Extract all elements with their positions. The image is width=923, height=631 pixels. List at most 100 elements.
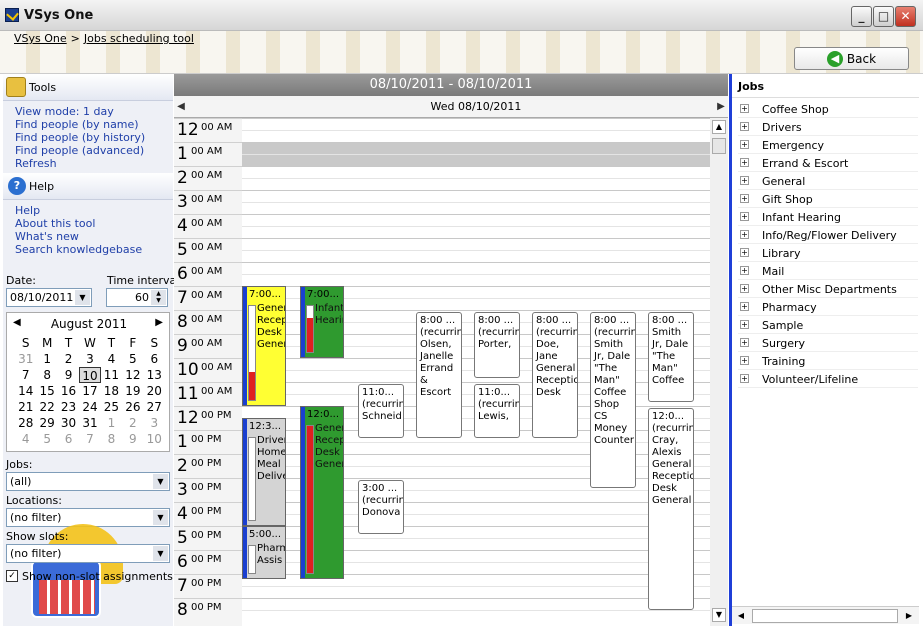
expand-plus-icon[interactable]: + xyxy=(740,266,749,275)
calendar-day[interactable]: 27 xyxy=(144,399,165,415)
calendar-day[interactable]: 2 xyxy=(122,415,143,431)
calendar-day[interactable]: 18 xyxy=(101,383,122,399)
calendar-day[interactable]: 8 xyxy=(36,367,57,383)
calendar-day[interactable]: 29 xyxy=(36,415,57,431)
previous-day-icon[interactable]: ◀ xyxy=(174,98,188,116)
calendar-day[interactable]: 19 xyxy=(122,383,143,399)
find-advanced-link[interactable]: Find people (advanced) xyxy=(15,144,144,157)
calendar-day[interactable]: 20 xyxy=(144,383,165,399)
expand-plus-icon[interactable]: + xyxy=(740,320,749,329)
refresh-link[interactable]: Refresh xyxy=(15,157,57,170)
calendar-day[interactable]: 16 xyxy=(58,383,79,399)
job-tree-item[interactable]: + Training xyxy=(738,352,918,370)
expand-plus-icon[interactable]: + xyxy=(740,104,749,113)
calendar-day[interactable]: 3 xyxy=(79,351,100,367)
calendar-day[interactable]: 28 xyxy=(15,415,36,431)
expand-plus-icon[interactable]: + xyxy=(740,284,749,293)
calendar-day[interactable]: 5 xyxy=(122,351,143,367)
slot-block[interactable]: 5:00... Pharmacy Assis xyxy=(242,526,286,579)
calendar-day[interactable]: 17 xyxy=(79,383,100,399)
calendar-day[interactable]: 21 xyxy=(15,399,36,415)
horizontal-scrollbar[interactable]: ◀ ▶ xyxy=(732,606,919,624)
job-tree-item[interactable]: + Emergency xyxy=(738,136,918,154)
expand-plus-icon[interactable]: + xyxy=(740,194,749,203)
calendar-day[interactable]: 9 xyxy=(58,367,79,383)
whats-new-link[interactable]: What's new xyxy=(15,230,79,243)
assignment-block[interactable]: 3:00 ...(recurring) Donova xyxy=(358,480,404,534)
calendar-day[interactable]: 26 xyxy=(122,399,143,415)
assignment-block[interactable]: 8:00 ...(recurring) Olsen, Janelle Erran… xyxy=(416,312,462,438)
job-tree-item[interactable]: + Coffee Shop xyxy=(738,100,918,118)
assignment-block[interactable]: 8:00 ...(recurring) Porter, xyxy=(474,312,520,378)
calendar-day[interactable]: 31 xyxy=(15,351,36,367)
scroll-thumb[interactable] xyxy=(712,138,726,154)
job-tree-item[interactable]: + Library xyxy=(738,244,918,262)
assignment-block[interactable]: 8:00 ... Smith Jr, Dale "The Man" Coffee xyxy=(648,312,694,402)
calendar-day[interactable]: 4 xyxy=(101,351,122,367)
calendar-day[interactable]: 3 xyxy=(144,415,165,431)
expand-plus-icon[interactable]: + xyxy=(740,248,749,257)
slot-block[interactable]: 12:3... Drivers Home Meal Delivery xyxy=(242,418,286,526)
calendar-day[interactable]: 9 xyxy=(122,431,143,447)
back-button[interactable]: ◀ Back xyxy=(794,47,909,70)
about-link[interactable]: About this tool xyxy=(15,217,95,230)
non-slot-checkbox[interactable]: ✓ xyxy=(6,570,18,582)
expand-plus-icon[interactable]: + xyxy=(740,356,749,365)
calendar-day[interactable]: 31 xyxy=(79,415,100,431)
job-tree-item[interactable]: + Other Misc Departments xyxy=(738,280,918,298)
calendar-day[interactable]: 11 xyxy=(101,367,122,383)
help-link[interactable]: Help xyxy=(15,204,40,217)
job-tree-item[interactable]: + Surgery xyxy=(738,334,918,352)
calendar-day[interactable]: 25 xyxy=(101,399,122,415)
calendar-day[interactable]: 10 xyxy=(144,431,165,447)
breadcrumb-current-link[interactable]: Jobs scheduling tool xyxy=(84,32,194,45)
calendar-day[interactable]: 7 xyxy=(15,367,36,383)
job-tree-item[interactable]: + Pharmacy xyxy=(738,298,918,316)
assignment-block[interactable]: 11:0...(recurring) Schneid xyxy=(358,384,404,438)
job-tree-item[interactable]: + Sample xyxy=(738,316,918,334)
chevron-down-icon[interactable]: ▼ xyxy=(153,510,168,525)
calendar-day[interactable]: 6 xyxy=(144,351,165,367)
expand-plus-icon[interactable]: + xyxy=(740,338,749,347)
slot-block[interactable]: 7:00... Infant Hearin xyxy=(300,286,344,358)
assignment-block[interactable]: 8:00 ...(recurring) Doe, Jane General Re… xyxy=(532,312,578,438)
calendar-day[interactable]: 8 xyxy=(101,431,122,447)
expand-plus-icon[interactable]: + xyxy=(740,140,749,149)
find-by-name-link[interactable]: Find people (by name) xyxy=(15,118,139,131)
breadcrumb-home-link[interactable]: VSys One xyxy=(14,32,67,45)
next-day-icon[interactable]: ▶ xyxy=(714,98,728,116)
scroll-right-icon[interactable]: ▶ xyxy=(902,609,916,623)
calendar-day[interactable]: 7 xyxy=(79,431,100,447)
chevron-down-icon[interactable]: ▼ xyxy=(153,474,168,489)
calendar-day[interactable]: 4 xyxy=(15,431,36,447)
slots-filter-select[interactable]: (no filter) ▼ xyxy=(6,544,170,563)
calendar-day[interactable]: 5 xyxy=(36,431,57,447)
chevron-down-icon[interactable]: ▼ xyxy=(153,546,168,561)
calendar-day[interactable]: 15 xyxy=(36,383,57,399)
job-tree-item[interactable]: + General xyxy=(738,172,918,190)
expand-plus-icon[interactable]: + xyxy=(740,374,749,383)
job-tree-item[interactable]: + Infant Hearing xyxy=(738,208,918,226)
view-mode-link[interactable]: View mode: 1 day xyxy=(15,105,114,118)
search-kb-link[interactable]: Search knowledgebase xyxy=(15,243,142,256)
chevron-down-icon[interactable]: ▼ xyxy=(75,290,90,305)
job-tree-item[interactable]: + Errand & Escort xyxy=(738,154,918,172)
job-tree-item[interactable]: + Gift Shop xyxy=(738,190,918,208)
spinner-arrows-icon[interactable]: ▲ ▼ xyxy=(151,290,166,305)
calendar-day[interactable]: 1 xyxy=(101,415,122,431)
expand-plus-icon[interactable]: + xyxy=(740,302,749,311)
calendar-day[interactable]: 12 xyxy=(122,367,143,383)
job-tree-item[interactable]: + Info/Reg/Flower Delivery xyxy=(738,226,918,244)
expand-plus-icon[interactable]: + xyxy=(740,176,749,185)
scroll-up-icon[interactable]: ▲ xyxy=(712,120,726,134)
non-slot-label[interactable]: Show non-slot assignments xyxy=(22,570,173,583)
assignment-block[interactable]: 8:00 ...(recurring) Smith Jr, Dale "The … xyxy=(590,312,636,488)
job-tree-item[interactable]: + Volunteer/Lifeline xyxy=(738,370,918,388)
calendar-day[interactable]: 2 xyxy=(58,351,79,367)
slot-block[interactable]: 12:0... General Reception Desk General xyxy=(300,406,344,579)
calendar-day[interactable]: 14 xyxy=(15,383,36,399)
calendar-day[interactable]: 23 xyxy=(58,399,79,415)
expand-plus-icon[interactable]: + xyxy=(740,122,749,131)
scroll-track[interactable] xyxy=(752,609,898,623)
assignment-block[interactable]: 11:0...(recurring) Lewis, xyxy=(474,384,520,438)
